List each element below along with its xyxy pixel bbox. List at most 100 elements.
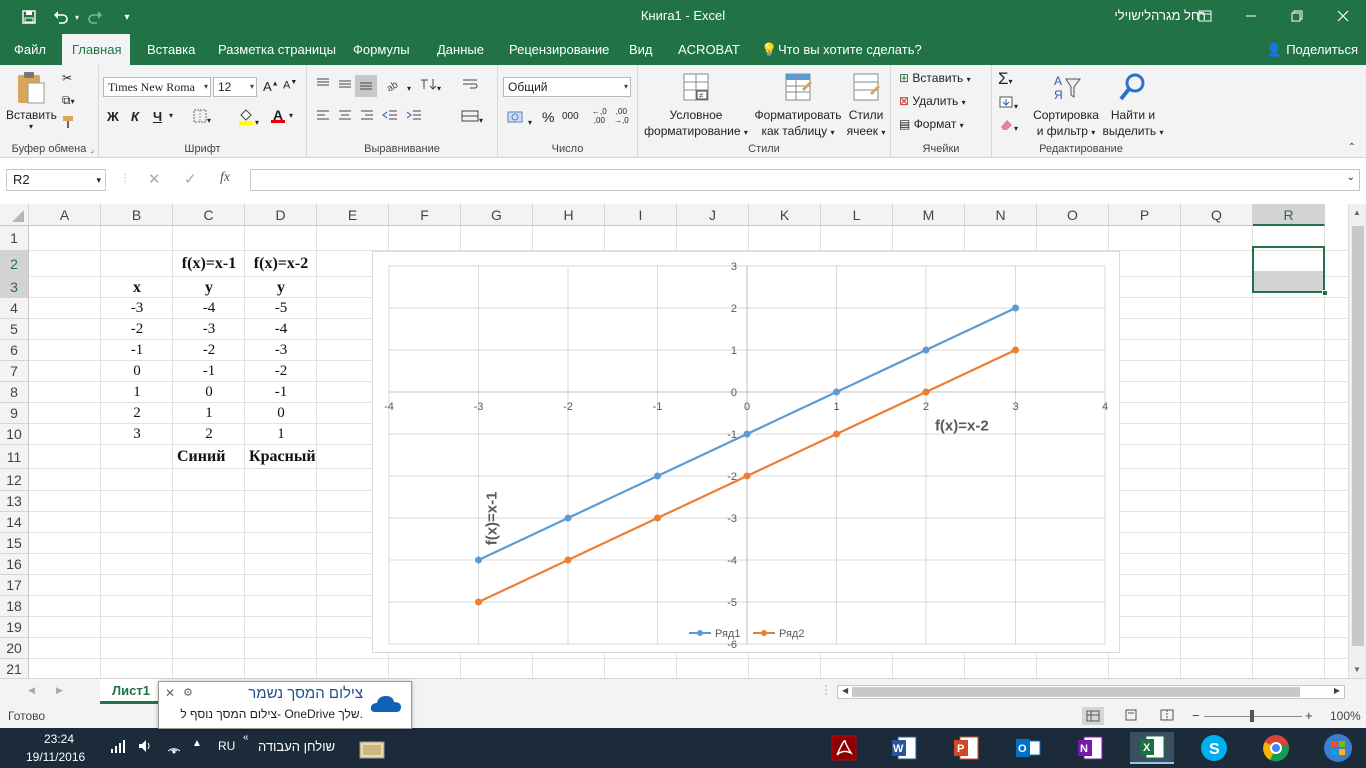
percent-button[interactable]: % xyxy=(542,109,554,125)
bold-button[interactable]: Ж xyxy=(107,109,119,124)
cell-b3[interactable]: x xyxy=(101,277,173,298)
number-format-select[interactable]: Общий ▾ xyxy=(503,77,631,97)
grow-font-icon[interactable]: A▲ xyxy=(263,79,279,94)
conditional-formatting-button[interactable]: ≠ Условное форматирование ▾ xyxy=(644,71,748,141)
cell-d3[interactable]: y xyxy=(245,277,317,298)
vertical-scrollbar[interactable]: ▲ ▼ xyxy=(1348,204,1366,678)
cell-c7[interactable]: -1 xyxy=(173,361,245,382)
tab-file[interactable]: Файл xyxy=(4,34,56,65)
underline-button[interactable]: Ч xyxy=(153,109,162,124)
zoom-level[interactable]: 100% xyxy=(1330,709,1361,723)
fill-color-icon[interactable]: ▾ xyxy=(237,107,259,128)
vertical-scroll-thumb[interactable] xyxy=(1352,226,1364,646)
cell-b6[interactable]: -1 xyxy=(101,340,173,361)
zoom-in-icon[interactable]: + xyxy=(1305,708,1313,723)
worksheet-grid[interactable]: ABCDEFGHIJKLMNOPQR 1 2 3 4 5 6 7 8 9 10 11 12 13 14 15… xyxy=(0,204,1348,678)
align-bottom-icon[interactable] xyxy=(355,75,377,97)
word-icon[interactable]: W xyxy=(886,732,922,764)
cell-c6[interactable]: -2 xyxy=(173,340,245,361)
collapse-ribbon-icon[interactable]: ⌃ xyxy=(1348,142,1356,153)
zoom-out-icon[interactable]: − xyxy=(1192,708,1200,723)
page-layout-view-icon[interactable] xyxy=(1124,709,1138,724)
chrome-icon[interactable] xyxy=(1258,732,1294,764)
borders-icon[interactable]: ▾ xyxy=(193,109,211,126)
outlook-icon[interactable]: O xyxy=(1010,732,1046,764)
close-icon[interactable] xyxy=(1320,0,1366,32)
format-painter-icon[interactable] xyxy=(62,115,78,132)
row-header-11[interactable]: 11 xyxy=(0,445,29,469)
clock-date[interactable]: 19/11/2016 xyxy=(26,750,85,764)
column-header-j[interactable]: J xyxy=(677,204,749,226)
chart-area[interactable]: -4 -3 -2 -1 0 1 2 3 4 3 2 1 0 -1 -2 -3 -4 -5 -6 f(x)=x-2 f(x… xyxy=(372,251,1120,653)
find-select-button[interactable]: Найти и выделить ▾ xyxy=(1100,71,1166,141)
network-icon[interactable] xyxy=(165,737,183,758)
row-header-20[interactable]: 20 xyxy=(0,638,29,659)
row-header-13[interactable]: 13 xyxy=(0,491,29,512)
excel-taskbar-icon[interactable]: X xyxy=(1130,732,1174,764)
cell-b4[interactable]: -3 xyxy=(101,298,173,319)
row-header-7[interactable]: 7 xyxy=(0,361,29,382)
decrease-indent-icon[interactable] xyxy=(381,109,399,126)
increase-decimal-icon[interactable]: ←,0,00 xyxy=(592,107,607,125)
cell-c2[interactable]: f(x)=x-1 xyxy=(173,251,245,277)
column-header-e[interactable]: E xyxy=(317,204,389,226)
clear-icon[interactable]: ▾ xyxy=(998,117,1018,134)
tab-split-grip-icon[interactable]: ⋮ xyxy=(820,683,832,697)
sheet-scroll-right-icon[interactable]: ▶ xyxy=(56,685,63,696)
sort-filter-button[interactable]: АЯ Сортировка и фильтр ▾ xyxy=(1032,71,1100,141)
row-header-8[interactable]: 8 xyxy=(0,382,29,403)
row-header-1[interactable]: 1 xyxy=(0,226,29,251)
thousands-button[interactable]: 000 xyxy=(562,111,579,122)
row-header-4[interactable]: 4 xyxy=(0,298,29,319)
cell-c5[interactable]: -3 xyxy=(173,319,245,340)
column-header-k[interactable]: K xyxy=(749,204,821,226)
font-name-select[interactable]: Times New Roma ▾ xyxy=(103,77,211,97)
expand-formula-bar-icon[interactable]: ⌄ xyxy=(1347,172,1355,183)
toast-close-icon[interactable]: ✕ xyxy=(165,686,175,700)
select-all-corner[interactable] xyxy=(0,204,29,226)
cell-d10[interactable]: 1 xyxy=(245,424,317,445)
sheet-scroll-left-icon[interactable]: ◀ xyxy=(28,685,35,696)
cell-d2[interactable]: f(x)=x-2 xyxy=(245,251,317,277)
cell-styles-button[interactable]: Стили ячеек ▾ xyxy=(844,71,888,141)
normal-view-icon[interactable] xyxy=(1082,707,1104,725)
cell-d5[interactable]: -4 xyxy=(245,319,317,340)
row-header-9[interactable]: 9 xyxy=(0,403,29,424)
cell-d9[interactable]: 0 xyxy=(245,403,317,424)
tab-formulas[interactable]: Формулы xyxy=(343,34,420,65)
row-header-3[interactable]: 3 xyxy=(0,277,29,298)
row-header-2[interactable]: 2 xyxy=(0,251,29,277)
fill-handle[interactable] xyxy=(1322,290,1328,296)
row-header-5[interactable]: 5 xyxy=(0,319,29,340)
font-color-dropdown-icon[interactable]: ▾ xyxy=(289,111,293,120)
horizontal-scrollbar[interactable]: ◀ ▶ xyxy=(837,685,1345,699)
show-hidden-icons-icon[interactable]: ▲ xyxy=(192,738,202,749)
tab-page-layout[interactable]: Разметка страницы xyxy=(208,34,346,65)
format-as-table-button[interactable]: Форматировать как таблицу ▾ xyxy=(752,71,844,141)
paste-button[interactable]: Вставить ▾ xyxy=(6,71,57,131)
autosum-icon[interactable]: Σ▾ xyxy=(998,69,1013,89)
row-header-10[interactable]: 10 xyxy=(0,424,29,445)
volume-icon[interactable] xyxy=(137,738,153,757)
column-header-b[interactable]: B xyxy=(101,204,173,226)
cell-c3[interactable]: y xyxy=(173,277,245,298)
column-header-c[interactable]: C xyxy=(173,204,245,226)
text-direction-icon[interactable]: ▾ xyxy=(419,77,441,94)
tab-data[interactable]: Данные xyxy=(427,34,494,65)
decrease-decimal-icon[interactable]: ,00 →,0 xyxy=(614,107,629,125)
cell-b10[interactable]: 3 xyxy=(101,424,173,445)
currency-format-icon[interactable]: ▾ xyxy=(506,109,532,128)
dialog-launcher-icon[interactable]: ⌟ xyxy=(90,145,94,154)
onenote-icon[interactable]: N xyxy=(1072,732,1108,764)
toast-settings-icon[interactable]: ⚙ xyxy=(183,686,193,699)
tell-me-search[interactable]: 💡 Что вы хотите сделать? xyxy=(752,34,932,65)
row-header-16[interactable]: 16 xyxy=(0,554,29,575)
scroll-down-icon[interactable]: ▼ xyxy=(1353,665,1361,674)
align-top-icon[interactable] xyxy=(315,77,331,94)
cell-b7[interactable]: 0 xyxy=(101,361,173,382)
name-box[interactable]: R2 ▾ xyxy=(6,169,106,191)
cell-d8[interactable]: -1 xyxy=(245,382,317,403)
fill-icon[interactable]: ▾ xyxy=(998,95,1018,112)
zoom-slider-thumb[interactable] xyxy=(1250,710,1254,722)
column-header-p[interactable]: P xyxy=(1109,204,1181,226)
